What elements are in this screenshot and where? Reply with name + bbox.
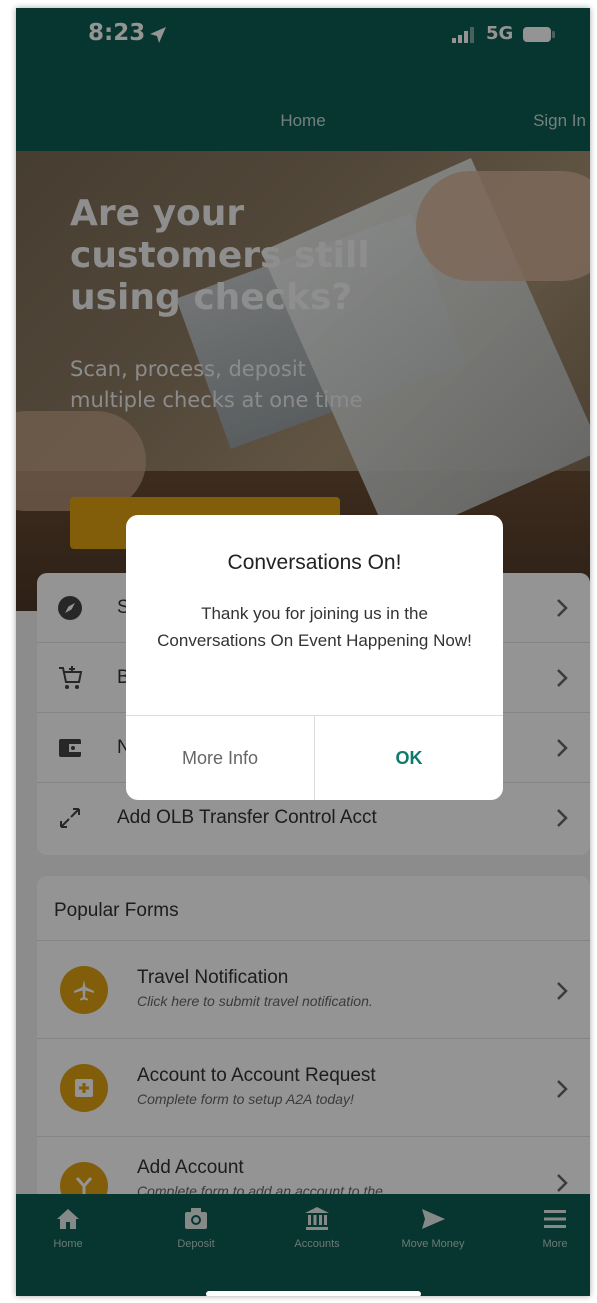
ok-button[interactable]: OK — [315, 716, 503, 800]
more-info-button[interactable]: More Info — [126, 716, 315, 800]
alert-dialog: Conversations On! Thank you for joining … — [126, 515, 503, 800]
dialog-title: Conversations On! — [227, 551, 402, 574]
dialog-button-row: More Info OK — [126, 715, 503, 800]
home-indicator[interactable] — [206, 1291, 421, 1296]
dialog-message: Thank you for joining us in the Conversa… — [157, 604, 472, 650]
app-screen: 8:23 5G Home Sign In Are your customers … — [16, 8, 590, 1296]
